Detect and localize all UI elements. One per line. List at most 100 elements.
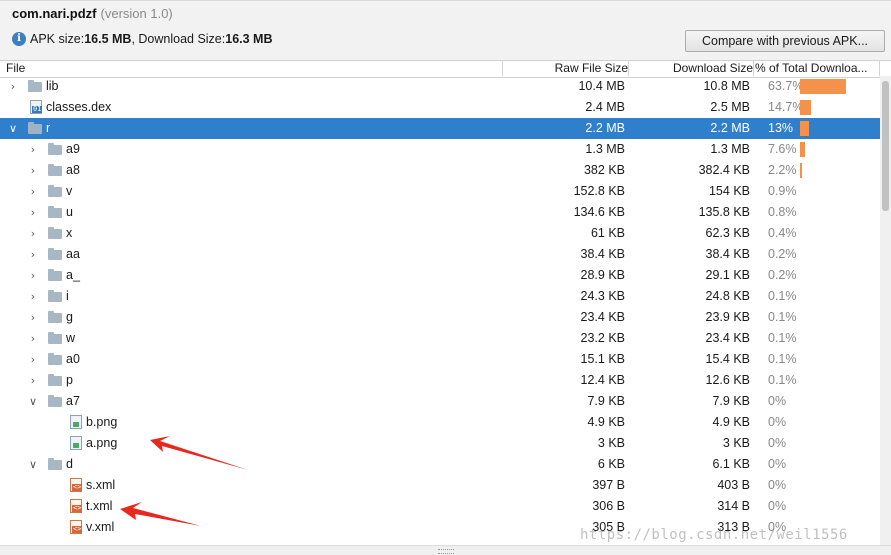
tree-item-name: v — [66, 184, 73, 198]
raw-file-size: 152.8 KB — [573, 184, 625, 198]
chevron-right-icon[interactable]: › — [28, 265, 38, 286]
tree-item-name: lib — [46, 79, 59, 93]
apk-size-value: 16.5 MB — [84, 32, 132, 46]
folder-icon — [48, 227, 62, 239]
chevron-down-icon[interactable]: ∨ — [8, 118, 18, 139]
percent-of-total: 0.1% — [768, 352, 797, 366]
xml-file-icon — [70, 520, 83, 534]
apk-analyzer-window: com.nari.pdzf (version 1.0) i APK size: 1… — [0, 0, 891, 555]
tree-row[interactable]: › v 152.8 KB 154 KB 0.9% — [0, 181, 880, 202]
column-header-percent[interactable]: % of Total Downloa... — [755, 61, 868, 76]
folder-icon — [48, 332, 62, 344]
tree-item-name: a9 — [66, 142, 80, 156]
percent-of-total: 14.7% — [768, 100, 804, 114]
folder-icon — [48, 374, 62, 386]
tree-item-name: a.png — [86, 436, 118, 450]
tree-row[interactable]: ∨ d 6 KB 6.1 KB 0% — [0, 454, 880, 475]
tree-row[interactable]: b.png 4.9 KB 4.9 KB 0% — [0, 412, 880, 433]
png-file-icon — [70, 415, 82, 429]
tree-item-name: a0 — [66, 352, 80, 366]
chevron-right-icon[interactable]: › — [28, 202, 38, 223]
tree-row[interactable]: › w 23.2 KB 23.4 KB 0.1% — [0, 328, 880, 349]
chevron-right-icon[interactable]: › — [28, 328, 38, 349]
download-size: 24.8 KB — [705, 289, 750, 303]
tree-row[interactable]: › x 61 KB 62.3 KB 0.4% — [0, 223, 880, 244]
chevron-right-icon[interactable]: › — [28, 139, 38, 160]
column-header-raw-size[interactable]: Raw File Size — [555, 61, 628, 76]
tree-row[interactable]: › i 24.3 KB 24.8 KB 0.1% — [0, 286, 880, 307]
tree-row[interactable]: › a0 15.1 KB 15.4 KB 0.1% — [0, 349, 880, 370]
column-header-file[interactable]: File — [6, 61, 25, 76]
raw-file-size: 61 KB — [590, 226, 625, 240]
size-share-bar — [800, 100, 811, 115]
percent-of-total: 0% — [768, 394, 787, 408]
tree-item-name: aa — [66, 247, 80, 261]
raw-file-size: 28.9 KB — [580, 268, 625, 282]
column-divider[interactable] — [879, 61, 880, 76]
version-label: (version 1.0) — [100, 6, 173, 21]
chevron-right-icon[interactable]: › — [28, 286, 38, 307]
download-size: 1.3 MB — [710, 142, 750, 156]
chevron-right-icon[interactable]: › — [28, 181, 38, 202]
raw-file-size: 23.2 KB — [580, 331, 625, 345]
size-share-bar — [800, 142, 805, 157]
tree-item-name: p — [66, 373, 73, 387]
tree-row[interactable]: ∨ r 2.2 MB 2.2 MB 13% — [0, 118, 880, 139]
xml-file-icon — [70, 499, 83, 513]
download-size: 314 B — [717, 499, 750, 513]
chevron-right-icon[interactable]: › — [28, 244, 38, 265]
tree-row[interactable]: classes.dex 2.4 MB 2.5 MB 14.7% — [0, 97, 880, 118]
percent-of-total: 63.7% — [768, 79, 804, 93]
chevron-right-icon[interactable]: › — [28, 349, 38, 370]
percent-of-total: 0.1% — [768, 310, 797, 324]
column-divider[interactable] — [753, 61, 754, 76]
raw-file-size: 2.2 MB — [585, 121, 625, 135]
splitter-grip-icon[interactable] — [438, 549, 454, 554]
raw-file-size: 306 B — [592, 499, 625, 513]
tree-row[interactable]: t.xml 306 B 314 B 0% — [0, 496, 880, 517]
download-size: 6.1 KB — [712, 457, 750, 471]
folder-icon — [48, 206, 62, 218]
scrollbar-thumb[interactable] — [882, 81, 889, 211]
tree-row[interactable]: › a9 1.3 MB 1.3 MB 7.6% — [0, 139, 880, 160]
tree-row[interactable]: › g 23.4 KB 23.9 KB 0.1% — [0, 307, 880, 328]
tree-row[interactable]: a.png 3 KB 3 KB 0% — [0, 433, 880, 454]
download-size: 7.9 KB — [712, 394, 750, 408]
chevron-right-icon[interactable]: › — [8, 76, 18, 97]
chevron-right-icon[interactable]: › — [28, 223, 38, 244]
folder-icon — [48, 311, 62, 323]
raw-file-size: 12.4 KB — [580, 373, 625, 387]
size-summary: i APK size: 16.5 MB, Download Size: 16.3… — [12, 32, 273, 46]
chevron-right-icon[interactable]: › — [28, 370, 38, 391]
percent-of-total: 0.1% — [768, 289, 797, 303]
column-divider[interactable] — [502, 61, 503, 76]
raw-file-size: 2.4 MB — [585, 100, 625, 114]
chevron-down-icon[interactable]: ∨ — [28, 391, 38, 412]
vertical-scrollbar[interactable] — [880, 76, 891, 545]
chevron-down-icon[interactable]: ∨ — [28, 454, 38, 475]
tree-row[interactable]: › a_ 28.9 KB 29.1 KB 0.2% — [0, 265, 880, 286]
percent-of-total: 0.1% — [768, 373, 797, 387]
tree-row[interactable]: › lib 10.4 MB 10.8 MB 63.7% — [0, 76, 880, 97]
tree-row[interactable]: ∨ a7 7.9 KB 7.9 KB 0% — [0, 391, 880, 412]
tree-item-name: u — [66, 205, 73, 219]
chevron-right-icon[interactable]: › — [28, 307, 38, 328]
tree-row[interactable]: s.xml 397 B 403 B 0% — [0, 475, 880, 496]
tree-row[interactable]: › p 12.4 KB 12.6 KB 0.1% — [0, 370, 880, 391]
percent-of-total: 0% — [768, 415, 787, 429]
column-header-download-size[interactable]: Download Size — [673, 61, 753, 76]
raw-file-size: 7.9 KB — [587, 394, 625, 408]
tree-item-name: b.png — [86, 415, 118, 429]
tree-row[interactable]: › u 134.6 KB 135.8 KB 0.8% — [0, 202, 880, 223]
column-divider[interactable] — [628, 61, 629, 76]
compare-apk-button[interactable]: Compare with previous APK... — [685, 30, 885, 52]
tree-item-name: g — [66, 310, 73, 324]
percent-of-total: 0.4% — [768, 226, 797, 240]
percent-of-total: 0.2% — [768, 268, 797, 282]
tree-row[interactable]: › aa 38.4 KB 38.4 KB 0.2% — [0, 244, 880, 265]
tree-row[interactable]: › a8 382 KB 382.4 KB 2.2% — [0, 160, 880, 181]
horizontal-splitter[interactable] — [0, 545, 891, 555]
chevron-right-icon[interactable]: › — [28, 160, 38, 181]
download-size-label: , Download Size: — [131, 32, 226, 46]
folder-icon — [48, 185, 62, 197]
